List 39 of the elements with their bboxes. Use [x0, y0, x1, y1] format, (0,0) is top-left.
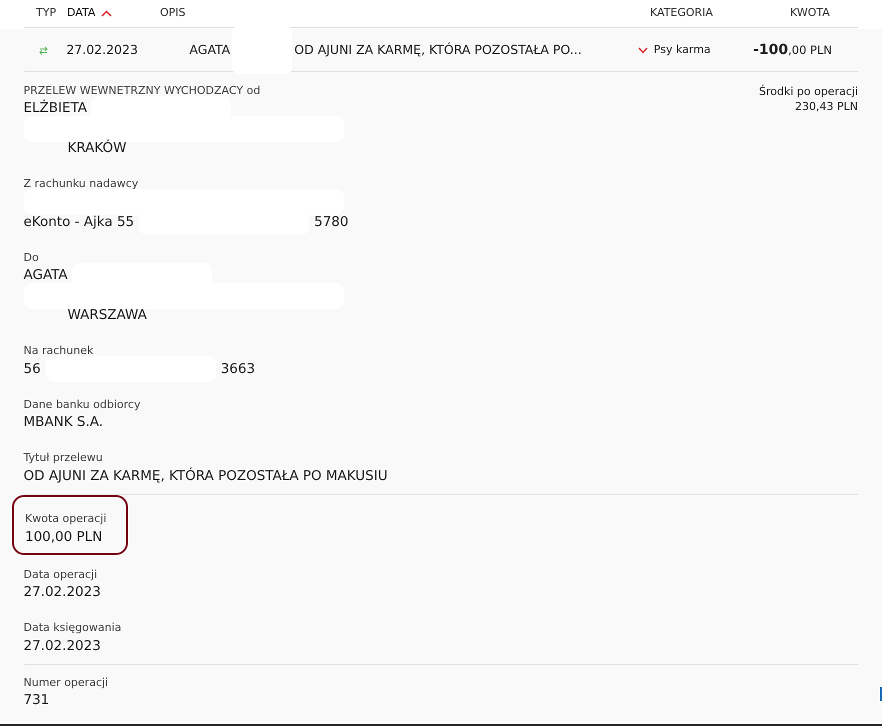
- balance-label: Środki po operacji: [758, 84, 858, 99]
- column-header[interactable]: OPIS: [160, 5, 186, 22]
- column-header[interactable]: DATA: [67, 5, 96, 22]
- column-header[interactable]: KWOTA: [790, 5, 830, 22]
- field-value: OD AJUNI ZA KARMĘ, KTÓRA POZOSTAŁA PO MAKUSIU: [24, 466, 388, 486]
- transaction-description: AGATA: [189, 40, 230, 59]
- field-value: AGATA: [24, 266, 68, 286]
- sort-caret-icon: [101, 10, 112, 17]
- field-value: eKonto - Ajka 55: [24, 212, 134, 232]
- column-header[interactable]: TYP: [36, 5, 56, 22]
- field-value: KRAKÓW: [68, 138, 127, 158]
- field-value: 731: [24, 691, 50, 710]
- field-label: Tytuł przelewu: [24, 450, 103, 466]
- field-label: PRZELEW WEWNETRZNY WYCHODZACY od: [24, 82, 260, 98]
- column-header[interactable]: KATEGORIA: [650, 5, 713, 22]
- balance-value: 230,43 PLN: [794, 99, 858, 114]
- field-label: Data księgowania: [24, 620, 122, 636]
- field-label: Na rachunek: [24, 343, 94, 359]
- field-value: ELŻBIETA: [24, 98, 88, 118]
- field-value: 5780: [314, 212, 348, 232]
- field-label: Z rachunku nadawcy: [24, 176, 138, 192]
- transaction-description: OD AJUNI ZA KARMĘ, KTÓRA POZOSTAŁA PO...: [294, 40, 582, 59]
- transaction-amount: -100,00 PLN: [753, 40, 833, 60]
- field-value: 27.02.2023: [24, 583, 101, 602]
- field-value: 27.02.2023: [24, 636, 101, 656]
- transaction-date: 27.02.2023: [66, 40, 139, 59]
- field-label: Data operacji: [24, 566, 98, 582]
- transaction-row[interactable]: 27.02.2023 AGATA OD AJUNI ZA KARMĘ, KTÓRA POZOSTAŁA PO... Psy karma -100,00 PLN: [24, 29, 858, 72]
- field-value: 56: [24, 360, 41, 379]
- field-value: WARSZAWA: [68, 306, 147, 326]
- field-value: MBANK S.A.: [24, 413, 104, 432]
- category-label: Psy karma: [654, 42, 711, 58]
- field-label: Kwota operacji: [25, 511, 106, 527]
- field-value: 100,00 PLN: [25, 528, 102, 547]
- field-label: Do: [24, 250, 39, 266]
- field-label: Dane banku odbiorcy: [24, 396, 140, 412]
- transfer-arrows-icon: [39, 46, 48, 54]
- field-value: 3663: [220, 360, 256, 379]
- field-label: Numer operacji: [24, 674, 108, 690]
